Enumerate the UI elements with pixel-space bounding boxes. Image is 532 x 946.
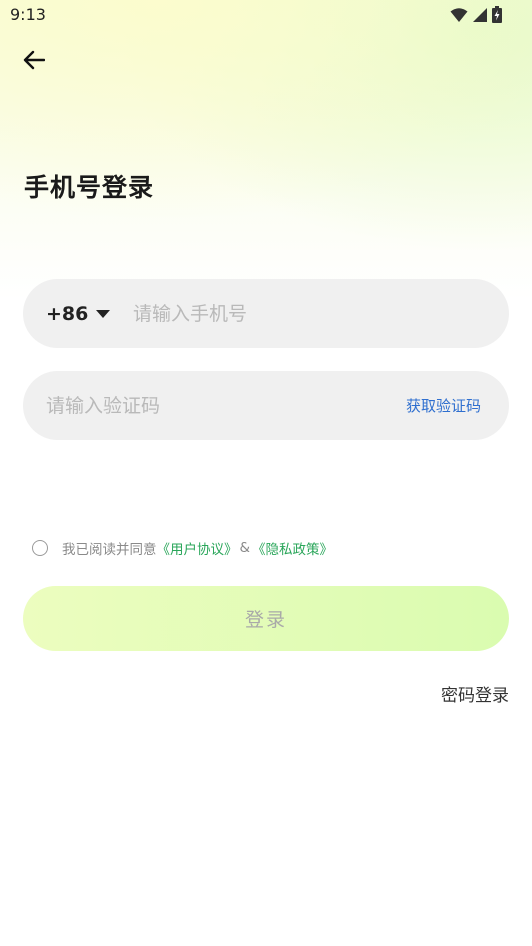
status-bar: 9:13 bbox=[0, 0, 532, 30]
country-code-selector[interactable]: +86 bbox=[46, 279, 111, 348]
agreement-amp: & bbox=[239, 540, 251, 556]
arrow-left-icon bbox=[23, 50, 46, 74]
phone-input[interactable] bbox=[133, 279, 483, 348]
status-time: 9:13 bbox=[10, 5, 46, 24]
back-button[interactable] bbox=[18, 46, 50, 78]
status-icons bbox=[450, 6, 502, 23]
agreement-prefix: 我已阅读并同意 bbox=[62, 542, 157, 558]
phone-field: +86 bbox=[23, 279, 509, 348]
user-agreement-link[interactable]: 《用户协议》 bbox=[157, 538, 238, 558]
page-title: 手机号登录 bbox=[24, 173, 155, 202]
password-login-link[interactable]: 密码登录 bbox=[441, 681, 509, 706]
battery-charging-icon bbox=[492, 6, 502, 23]
get-code-button[interactable]: 获取验证码 bbox=[406, 371, 481, 440]
country-code-value: +86 bbox=[46, 302, 89, 325]
login-button[interactable]: 登录 bbox=[23, 586, 509, 651]
agreement-row: 我已阅读并同意 《用户协议》 & 《隐私政策》 bbox=[32, 538, 333, 558]
agreement-checkbox[interactable] bbox=[32, 540, 48, 556]
header-gradient-background bbox=[0, 0, 532, 300]
signal-icon bbox=[472, 7, 488, 23]
caret-down-icon bbox=[96, 304, 111, 323]
wifi-icon bbox=[450, 7, 468, 23]
verification-code-field: 获取验证码 bbox=[23, 371, 509, 440]
verification-code-input[interactable] bbox=[46, 371, 386, 440]
privacy-policy-link[interactable]: 《隐私政策》 bbox=[252, 538, 333, 558]
